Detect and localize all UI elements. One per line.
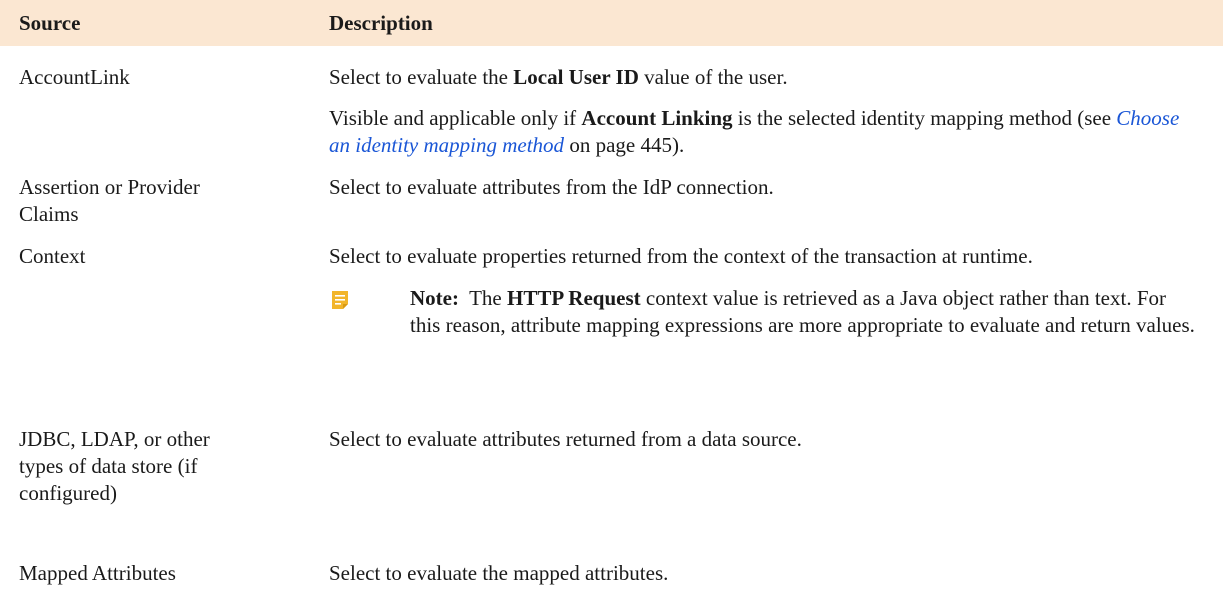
header-description: Description: [329, 11, 433, 35]
note-icon: [332, 291, 348, 309]
row-mapped-source: Mapped Attributes: [19, 561, 176, 585]
row-context-source: Context: [19, 244, 86, 268]
row-assertion-description: Select to evaluate attributes from the I…: [329, 175, 774, 199]
note-label: Note:: [410, 286, 459, 310]
note-text: Note: The HTTP Request context value is …: [410, 286, 1195, 337]
header-source: Source: [19, 11, 81, 35]
row-accountlink-description: Select to evaluate the Local User ID val…: [329, 65, 788, 89]
row-datastore-source: JDBC, LDAP, or other types of data store…: [19, 427, 210, 505]
row-accountlink-extra: Visible and applicable only if Account L…: [329, 106, 1180, 157]
row-mapped-description: Select to evaluate the mapped attributes…: [329, 561, 669, 585]
table-header: Source Description: [0, 0, 1223, 46]
row-accountlink-source: AccountLink: [19, 65, 130, 89]
row-datastore-description: Select to evaluate attributes returned f…: [329, 427, 802, 451]
row-context-description: Select to evaluate properties returned f…: [329, 244, 1033, 268]
row-assertion-source: Assertion or Provider Claims: [19, 175, 200, 226]
